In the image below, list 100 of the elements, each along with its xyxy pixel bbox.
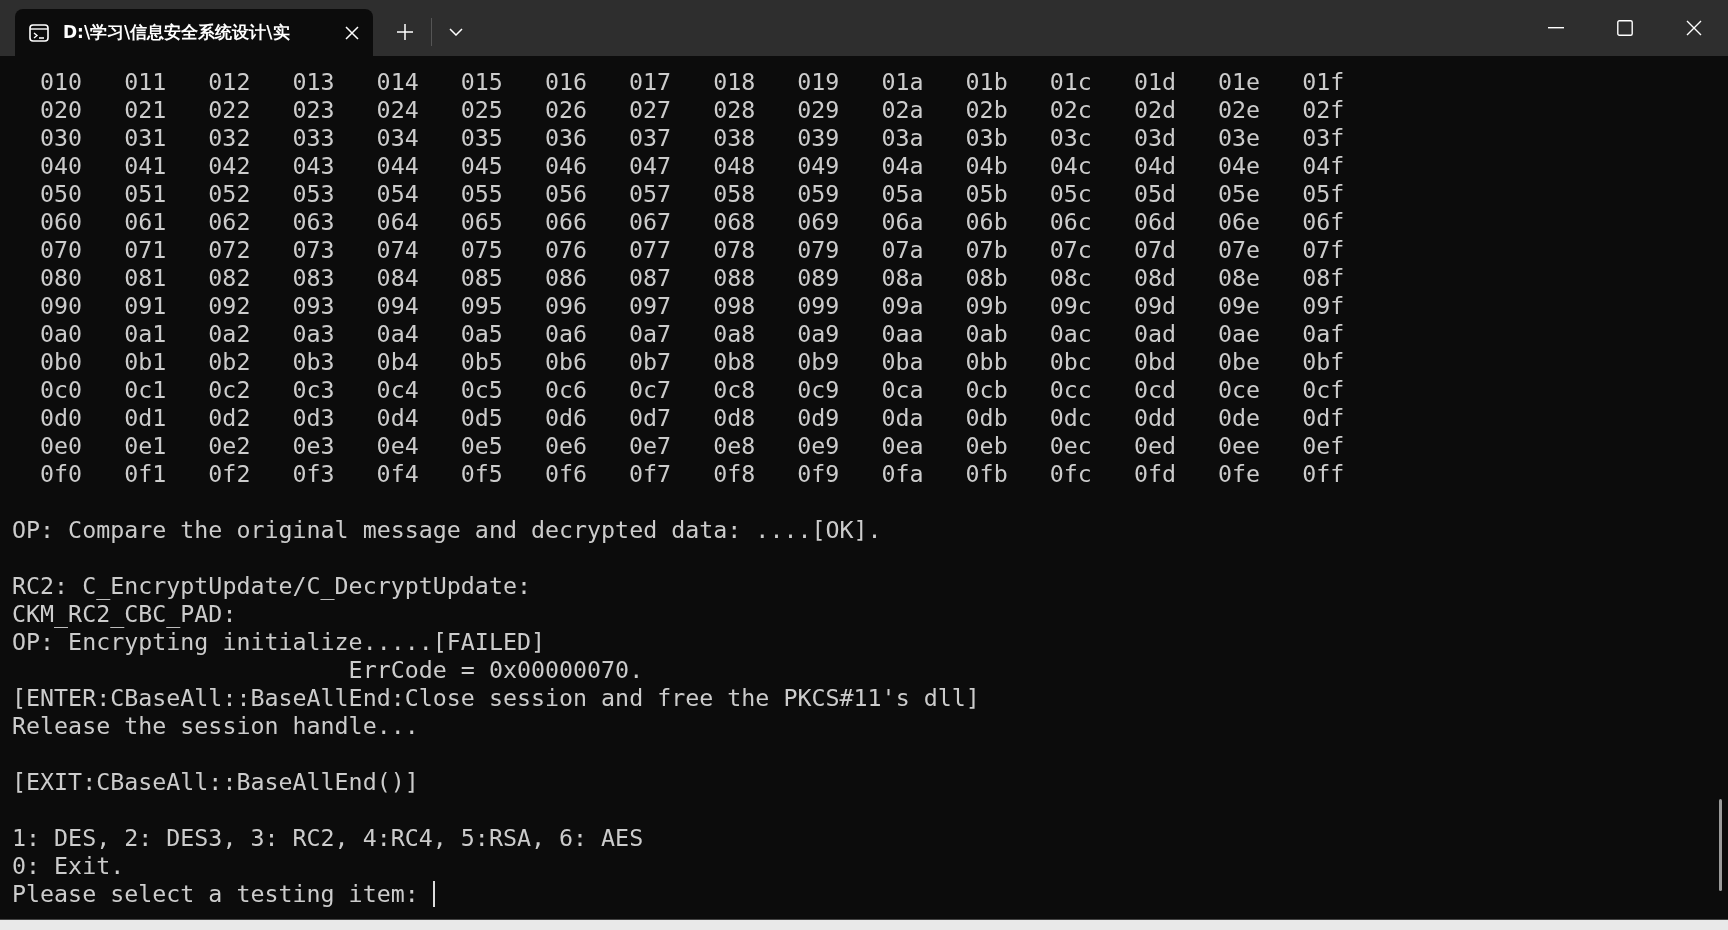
- hex-value: 0b2: [208, 348, 251, 375]
- hex-value: 05f: [1302, 180, 1345, 207]
- hex-value: 0ed: [1133, 432, 1176, 459]
- hex-value: 0a1: [124, 320, 167, 347]
- hex-value: 058: [713, 180, 756, 207]
- hex-value: 0b7: [629, 348, 672, 375]
- hex-value: 059: [797, 180, 840, 207]
- hex-value: 07b: [965, 236, 1008, 263]
- hex-value: 09e: [1218, 292, 1261, 319]
- hex-value: 02c: [1049, 96, 1092, 123]
- hex-value: 0c7: [629, 376, 672, 403]
- hex-value: 0d9: [797, 404, 840, 431]
- hex-value: 02d: [1133, 96, 1176, 123]
- hex-value: 06c: [1049, 208, 1092, 235]
- hex-value: 0b0: [40, 348, 83, 375]
- hex-value: 02b: [965, 96, 1008, 123]
- hex-value: 0ca: [881, 376, 924, 403]
- text-cursor: [432, 881, 435, 907]
- hex-value: 033: [292, 124, 335, 151]
- hex-value: 01a: [881, 68, 924, 95]
- terminal-tab[interactable]: D:\学习\信息安全系统设计\实: [15, 9, 373, 56]
- hex-value: 0bc: [1049, 348, 1092, 375]
- hex-value: 094: [376, 292, 419, 319]
- hex-value: 0fe: [1218, 460, 1261, 487]
- hex-value: 0f2: [208, 460, 251, 487]
- hex-value: 0d6: [544, 404, 587, 431]
- hex-value: 032: [208, 124, 251, 151]
- hex-value: 0f1: [124, 460, 167, 487]
- hex-value: 087: [629, 264, 672, 291]
- hex-value: 04a: [881, 152, 924, 179]
- hex-value: 077: [629, 236, 672, 263]
- hex-value: 0ac: [1049, 320, 1092, 347]
- hex-value: 070: [40, 236, 83, 263]
- hex-value: 09c: [1049, 292, 1092, 319]
- hex-value: 029: [797, 96, 840, 123]
- hex-value: 08f: [1302, 264, 1345, 291]
- hex-value: 035: [460, 124, 503, 151]
- hex-value: 0b4: [376, 348, 419, 375]
- hex-value: 019: [797, 68, 840, 95]
- hex-value: 047: [629, 152, 672, 179]
- hex-value: 071: [124, 236, 167, 263]
- hex-value: 0bf: [1302, 348, 1345, 375]
- maximize-icon: [1616, 20, 1633, 36]
- hex-value: 025: [460, 96, 503, 123]
- hex-value: 09f: [1302, 292, 1345, 319]
- hex-value: 0f5: [460, 460, 503, 487]
- hex-value: 084: [376, 264, 419, 291]
- hex-value: 097: [629, 292, 672, 319]
- hex-value: 05c: [1049, 180, 1092, 207]
- hex-value: 011: [124, 68, 167, 95]
- output-line: ErrCode = 0x00000070.: [347, 656, 644, 683]
- output-line: 1: DES, 2: DES3, 3: RC2, 4:RC4, 5:RSA, 6: AES: [12, 824, 644, 851]
- hex-value: 045: [460, 152, 503, 179]
- hex-value: 04c: [1049, 152, 1092, 179]
- output-line: Release the session handle...: [12, 712, 419, 739]
- hex-value: 0a6: [544, 320, 587, 347]
- hex-value: 0ec: [1049, 432, 1092, 459]
- hex-value: 0d5: [460, 404, 503, 431]
- hex-value: 021: [124, 96, 167, 123]
- hex-value: 0d7: [629, 404, 672, 431]
- hex-value: 027: [629, 96, 672, 123]
- hex-value: 0df: [1302, 404, 1345, 431]
- hex-value: 061: [124, 208, 167, 235]
- hex-value: 0fc: [1049, 460, 1092, 487]
- hex-value: 0aa: [881, 320, 924, 347]
- hex-value: 082: [208, 264, 251, 291]
- hex-value: 014: [376, 68, 419, 95]
- hex-value: 0a7: [629, 320, 672, 347]
- hex-value: 085: [460, 264, 503, 291]
- hex-value: 07e: [1218, 236, 1261, 263]
- hex-value: 06d: [1133, 208, 1176, 235]
- hex-value: 0e0: [40, 432, 83, 459]
- hex-value: 05b: [965, 180, 1008, 207]
- hex-value: 0c4: [376, 376, 419, 403]
- hex-value: 026: [544, 96, 587, 123]
- hex-value: 063: [292, 208, 335, 235]
- hex-value: 073: [292, 236, 335, 263]
- hex-value: 0d4: [376, 404, 419, 431]
- prompt-line: Please select a testing item:: [12, 880, 420, 908]
- hex-value: 0c9: [797, 376, 840, 403]
- hex-value: 044: [376, 152, 419, 179]
- hex-value: 0bd: [1133, 348, 1176, 375]
- hex-value: 06a: [881, 208, 924, 235]
- close-tab-button[interactable]: [345, 25, 359, 40]
- output-line: 0: Exit.: [12, 852, 125, 879]
- hex-value: 031: [124, 124, 167, 151]
- hex-value: 079: [797, 236, 840, 263]
- hex-value: 064: [376, 208, 419, 235]
- hex-value: 028: [713, 96, 756, 123]
- hex-value: 042: [208, 152, 251, 179]
- hex-value: 015: [460, 68, 503, 95]
- hex-value: 02f: [1302, 96, 1345, 123]
- hex-value: 057: [629, 180, 672, 207]
- scrollbar-thumb[interactable]: [1719, 799, 1722, 891]
- hex-value: 01d: [1133, 68, 1176, 95]
- close-icon: [345, 25, 359, 40]
- hex-value: 05d: [1133, 180, 1176, 207]
- hex-value: 099: [797, 292, 840, 319]
- hex-value: 017: [629, 68, 672, 95]
- hex-value: 09b: [965, 292, 1008, 319]
